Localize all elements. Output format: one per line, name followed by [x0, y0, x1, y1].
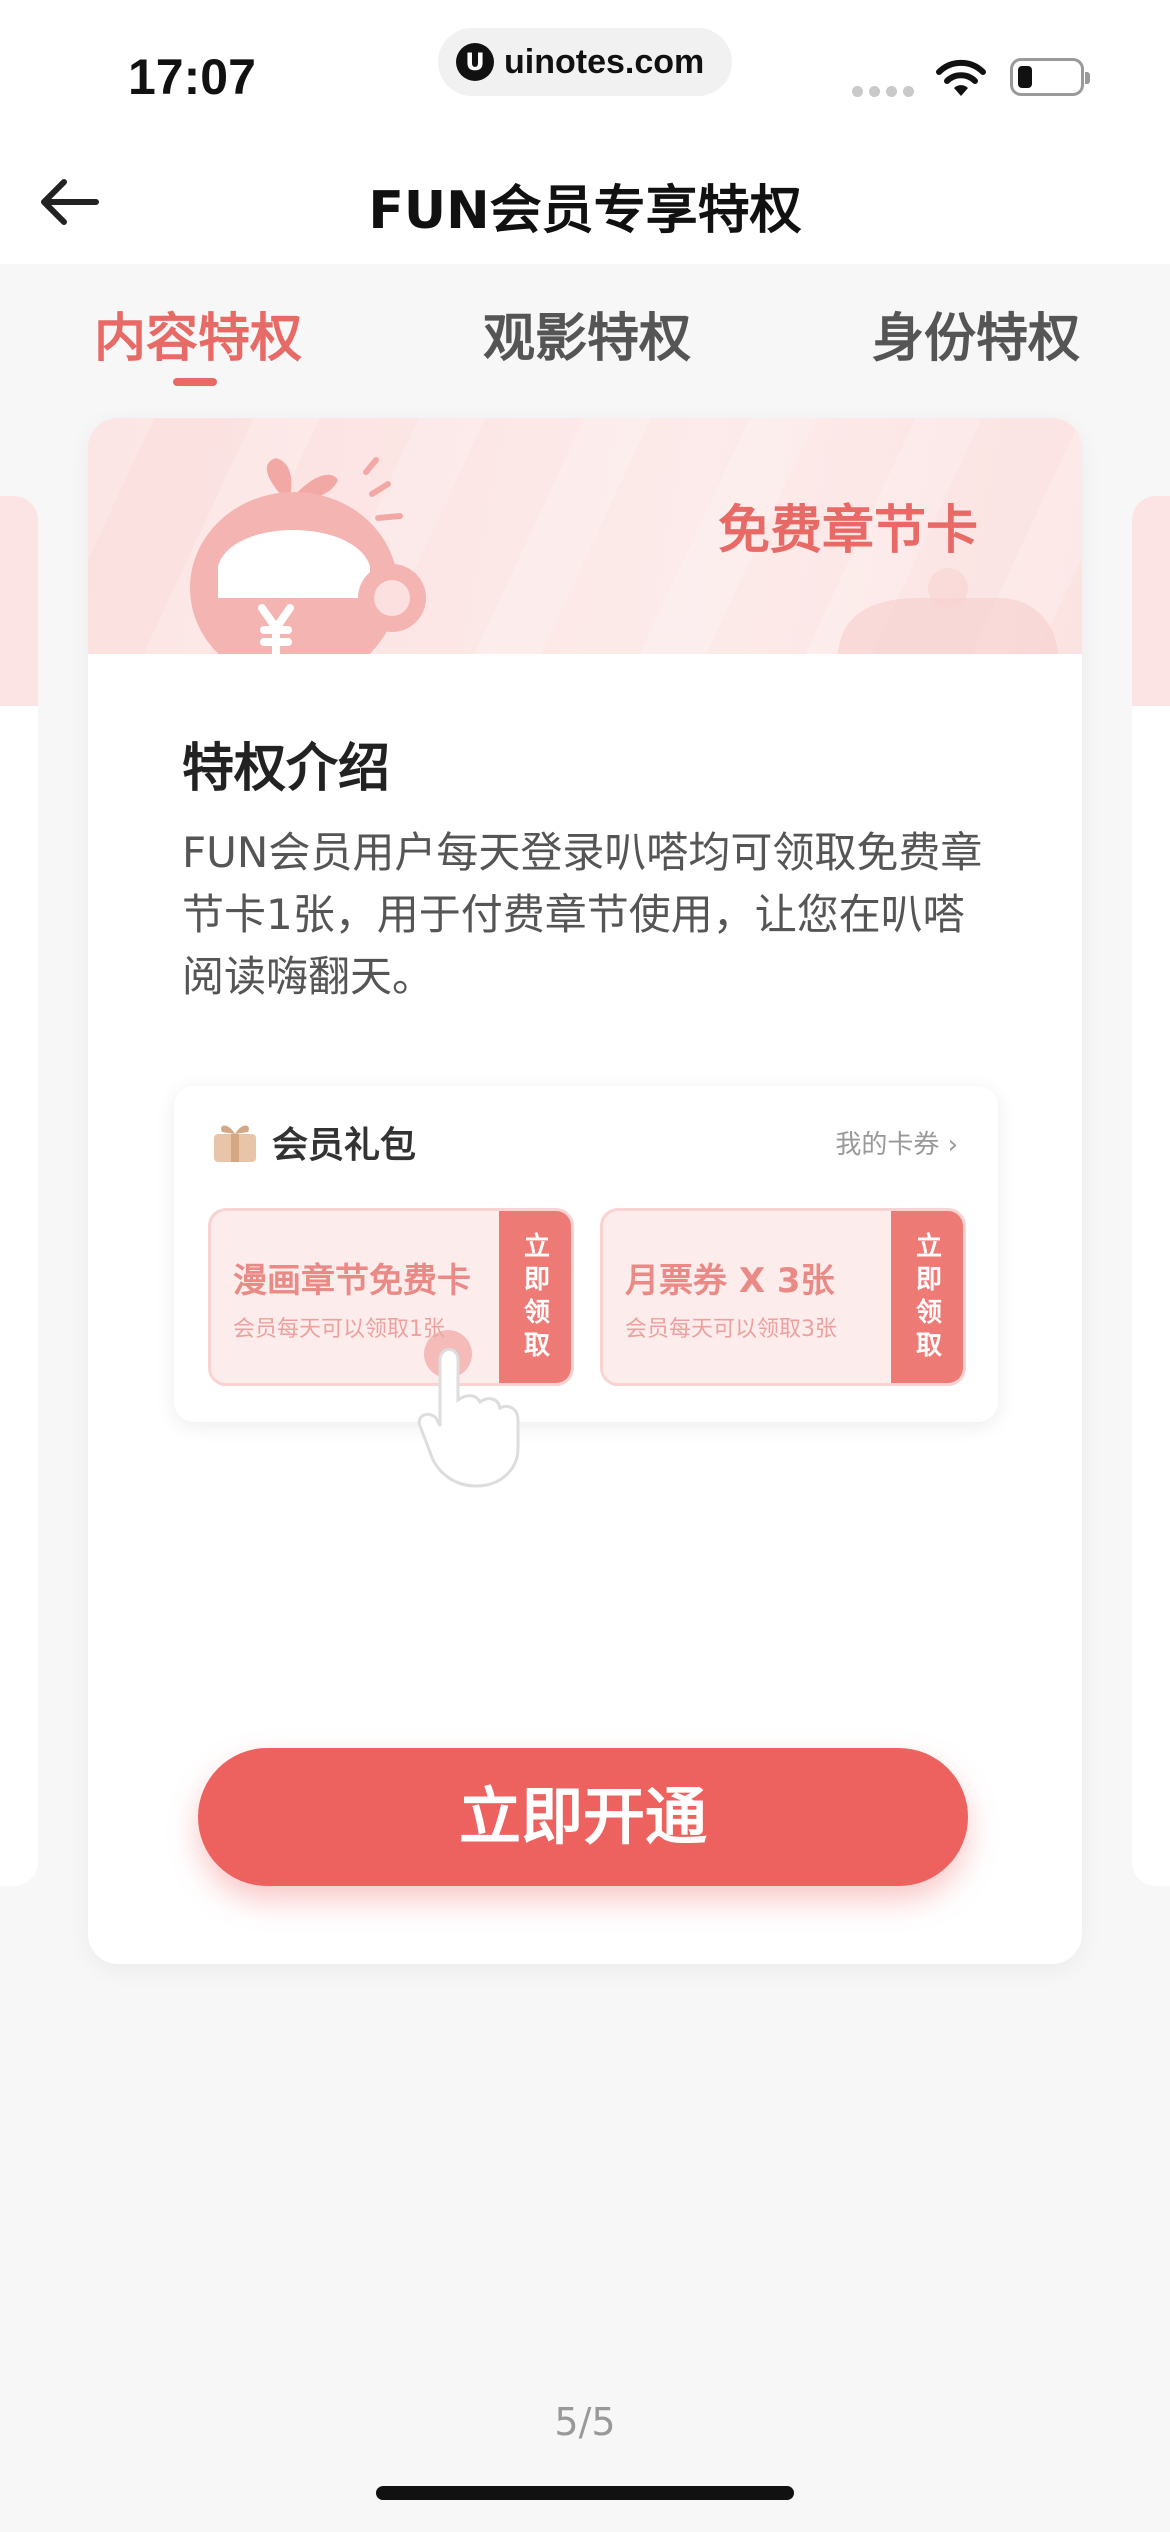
gift-box-icon — [214, 1125, 256, 1162]
my-coupons-link[interactable]: 我的卡券 › — [835, 1124, 958, 1161]
mascot-illustration-icon — [190, 457, 426, 654]
gift-title: 会员礼包 — [272, 1125, 417, 1166]
home-indicator[interactable] — [376, 2486, 794, 2500]
status-bar: 17:07 U uinotes.com — [0, 0, 1170, 140]
coupon-name: 月票券 X 3张 — [625, 1261, 835, 1301]
member-gift-package: 会员礼包 我的卡券 › 漫画章节免费卡 会员每天可以领取1张 立即领取 月票券 … — [174, 1086, 998, 1488]
url-pill[interactable]: U uinotes.com — [438, 28, 732, 96]
pointing-hand-icon — [417, 1330, 520, 1488]
privilege-card: 免费章节卡 特权介绍 FUN会员用户每天登录叭嗒均可领取免费章节卡1张，用于付费… — [88, 418, 1082, 1964]
tab-bar: 内容特权 观影特权 身份特权 — [0, 296, 1170, 386]
next-card-peek[interactable] — [1132, 496, 1170, 1886]
wifi-icon — [936, 59, 986, 96]
privilege-description: FUN会员用户每天登录叭嗒均可领取免费章节卡1张，用于付费章节使用，让您在叭嗒阅… — [182, 828, 983, 1001]
nav-header: FUN会员专享特权 — [0, 140, 1170, 264]
cellular-signal-icon — [852, 86, 914, 97]
previous-card-peek[interactable] — [0, 496, 38, 1886]
tab-identity-privilege[interactable]: 身份特权 — [872, 296, 1080, 371]
tab-viewing-privilege[interactable]: 观影特权 — [483, 296, 691, 371]
section-title: 特权介绍 — [182, 739, 391, 799]
url-text: uinotes.com — [504, 42, 705, 81]
tab-indicator — [173, 378, 217, 386]
tab-content-privilege[interactable]: 内容特权 — [94, 296, 302, 371]
banner-title: 免费章节卡 — [717, 501, 978, 561]
page-title: FUN会员专享特权 — [368, 181, 802, 241]
battery-icon — [1010, 58, 1090, 96]
coupon-name: 漫画章节免费卡 — [233, 1261, 471, 1301]
card-banner: 免费章节卡 — [88, 418, 1082, 654]
coupon-subtitle: 会员每天可以领取3张 — [625, 1317, 837, 1342]
site-logo-icon: U — [456, 43, 494, 81]
claim-button-label: 立即领取 — [915, 1232, 942, 1361]
activate-membership-button[interactable]: 立即开通 — [198, 1748, 968, 1886]
page-indicator: 5/5 — [554, 2400, 616, 2444]
status-time: 17:07 — [128, 49, 256, 105]
coupon-card: 月票券 X 3张 会员每天可以领取3张 立即领取 — [600, 1208, 966, 1386]
claim-button[interactable]: 立即领取 — [883, 1211, 963, 1383]
